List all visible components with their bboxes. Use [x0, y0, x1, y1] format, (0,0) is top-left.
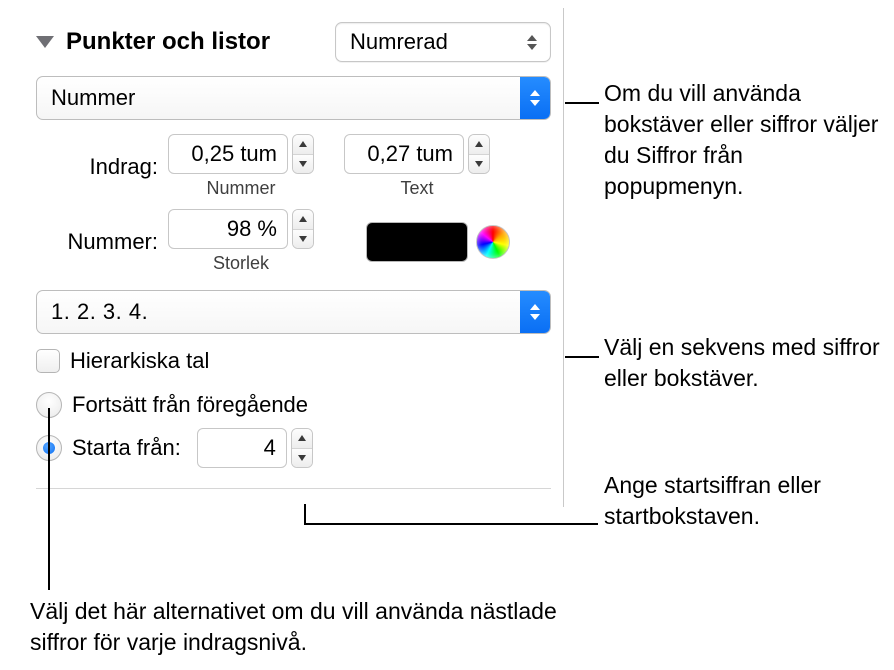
indent-text-stepper[interactable] [468, 134, 490, 174]
hierarchical-checkbox-row: Hierarkiska tal [36, 348, 551, 374]
start-from-label: Starta från: [72, 435, 181, 461]
sequence-popup-value: 1. 2. 3. 4. [37, 291, 520, 333]
number-size-stepper[interactable] [292, 209, 314, 249]
hierarchical-label: Hierarkiska tal [70, 348, 209, 374]
disclosure-triangle-icon[interactable] [36, 36, 54, 48]
indent-number-input[interactable] [168, 134, 288, 174]
callout-line [48, 408, 50, 590]
number-type-popup[interactable]: Nummer [36, 76, 551, 120]
chevron-down-icon[interactable] [293, 155, 313, 174]
list-style-popup[interactable]: Numrerad [335, 22, 551, 62]
number-size-input[interactable] [168, 209, 288, 249]
indent-label: Indrag: [70, 154, 158, 180]
number-type-popup-value: Nummer [37, 77, 520, 119]
chevron-down-icon[interactable] [292, 449, 312, 468]
annotation-2: Välj en sekvens med siffror eller bokstä… [604, 332, 890, 394]
hierarchical-checkbox[interactable] [36, 349, 60, 373]
number-size-row: Nummer: Storlek [46, 209, 551, 274]
continue-label: Fortsätt från föregående [72, 392, 308, 418]
popup-handle-icon [520, 291, 550, 333]
chevron-up-icon[interactable] [293, 135, 313, 155]
start-from-radio-row: Starta från: [36, 428, 551, 468]
start-from-stepper[interactable] [291, 428, 313, 468]
section-header-row: Punkter och listor Numrerad [36, 22, 551, 62]
sequence-popup[interactable]: 1. 2. 3. 4. [36, 290, 551, 334]
color-swatch[interactable] [366, 222, 468, 262]
chevron-up-icon[interactable] [293, 210, 313, 230]
formatting-panel: Punkter och listor Numrerad Nummer Indra… [22, 8, 564, 507]
annotation-4: Välj det här alternativet om du vill anv… [30, 596, 570, 658]
chevron-up-icon[interactable] [292, 429, 312, 449]
annotation-1: Om du vill använda bokstäver eller siffr… [604, 78, 884, 202]
updown-caret-icon [524, 35, 540, 50]
section-title: Punkter och listor [66, 28, 270, 56]
color-wheel-icon[interactable] [476, 225, 510, 259]
indent-number-sublabel: Nummer [206, 178, 275, 199]
callout-line [304, 504, 306, 524]
start-from-input[interactable] [197, 428, 287, 468]
number-size-label: Nummer: [46, 229, 158, 255]
chevron-down-icon[interactable] [469, 155, 489, 174]
indent-number-stepper[interactable] [292, 134, 314, 174]
callout-line [565, 102, 599, 104]
chevron-down-icon[interactable] [293, 230, 313, 249]
divider [36, 488, 551, 489]
chevron-up-icon[interactable] [469, 135, 489, 155]
indent-text-input[interactable] [344, 134, 464, 174]
number-size-sublabel: Storlek [213, 253, 269, 274]
annotation-3: Ange startsiffran eller startbokstaven. [604, 470, 890, 532]
continue-radio-row: Fortsätt från föregående [36, 392, 551, 418]
indent-text-sublabel: Text [400, 178, 433, 199]
callout-line [565, 356, 599, 358]
list-style-popup-value: Numrerad [350, 29, 448, 55]
callout-line [304, 523, 598, 525]
indent-row: Indrag: Nummer Text [70, 134, 551, 199]
popup-handle-icon [520, 77, 550, 119]
